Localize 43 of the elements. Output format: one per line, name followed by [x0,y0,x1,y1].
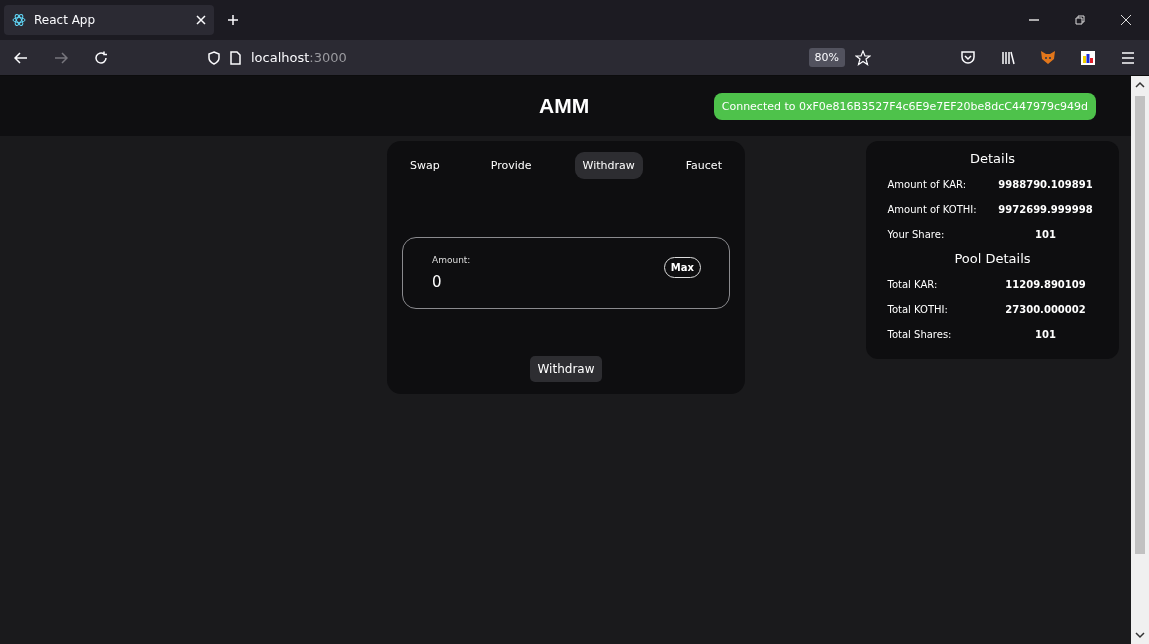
browser-tab[interactable]: React App [4,5,214,35]
forward-arrow-icon[interactable] [54,51,68,64]
detail-value: 11209.890109 [1004,279,1087,290]
detail-value: 101 [1034,329,1057,340]
nav-tab[interactable]: Provide [482,152,540,179]
detail-value: 27300.000002 [1004,304,1087,315]
fox-icon[interactable] [1040,50,1056,65]
detail-label: Total Shares: [887,329,953,340]
plus-icon[interactable] [227,14,239,26]
app-title: AMM [539,94,590,118]
library-icon[interactable] [1001,50,1015,65]
shield-icon[interactable] [208,50,220,65]
star-icon[interactable] [855,49,871,66]
react-logo-icon [12,13,26,27]
detail-label: Total KOTHI: [887,304,949,315]
detail-label: Your Share: [887,229,946,240]
detail-label: Total KAR: [887,279,939,290]
page-icon [230,50,241,65]
withdraw-button[interactable]: Withdraw [529,356,603,382]
field-label: Amount: [432,255,472,265]
chart-extension-icon[interactable] [1081,50,1095,65]
url-text: localhost:3000 [251,50,347,65]
detail-value: 9988790.109891 [997,179,1094,190]
nav-tab[interactable]: Withdraw [574,152,643,179]
detail-label: Amount of KAR: [887,179,968,190]
connection-status: Connected to 0xF0e816B3527F4c6E9e7EF20be8dcC447979c949d [713,92,1096,120]
nav-tab[interactable]: Faucet [677,152,730,179]
detail-value: 9972699.999998 [997,204,1094,215]
detail-value: 101 [1034,229,1057,240]
back-arrow-icon[interactable] [14,51,28,64]
reload-icon[interactable] [94,50,108,65]
nav-tab[interactable]: Swap [402,152,448,179]
scrollbar[interactable] [1131,76,1149,644]
menu-icon[interactable] [1121,51,1135,64]
tab-title: React App [34,13,97,27]
section-title: Details [969,151,1016,166]
section-title: Pool Details [954,251,1031,266]
restore-icon[interactable] [1075,15,1085,25]
zoom-level[interactable]: 80% [808,48,845,67]
amount-field[interactable]: Amount: 0 Max [402,237,730,309]
pocket-icon[interactable] [961,51,975,64]
detail-label: Amount of KOTHI: [887,204,978,215]
close-icon[interactable] [1121,15,1131,25]
